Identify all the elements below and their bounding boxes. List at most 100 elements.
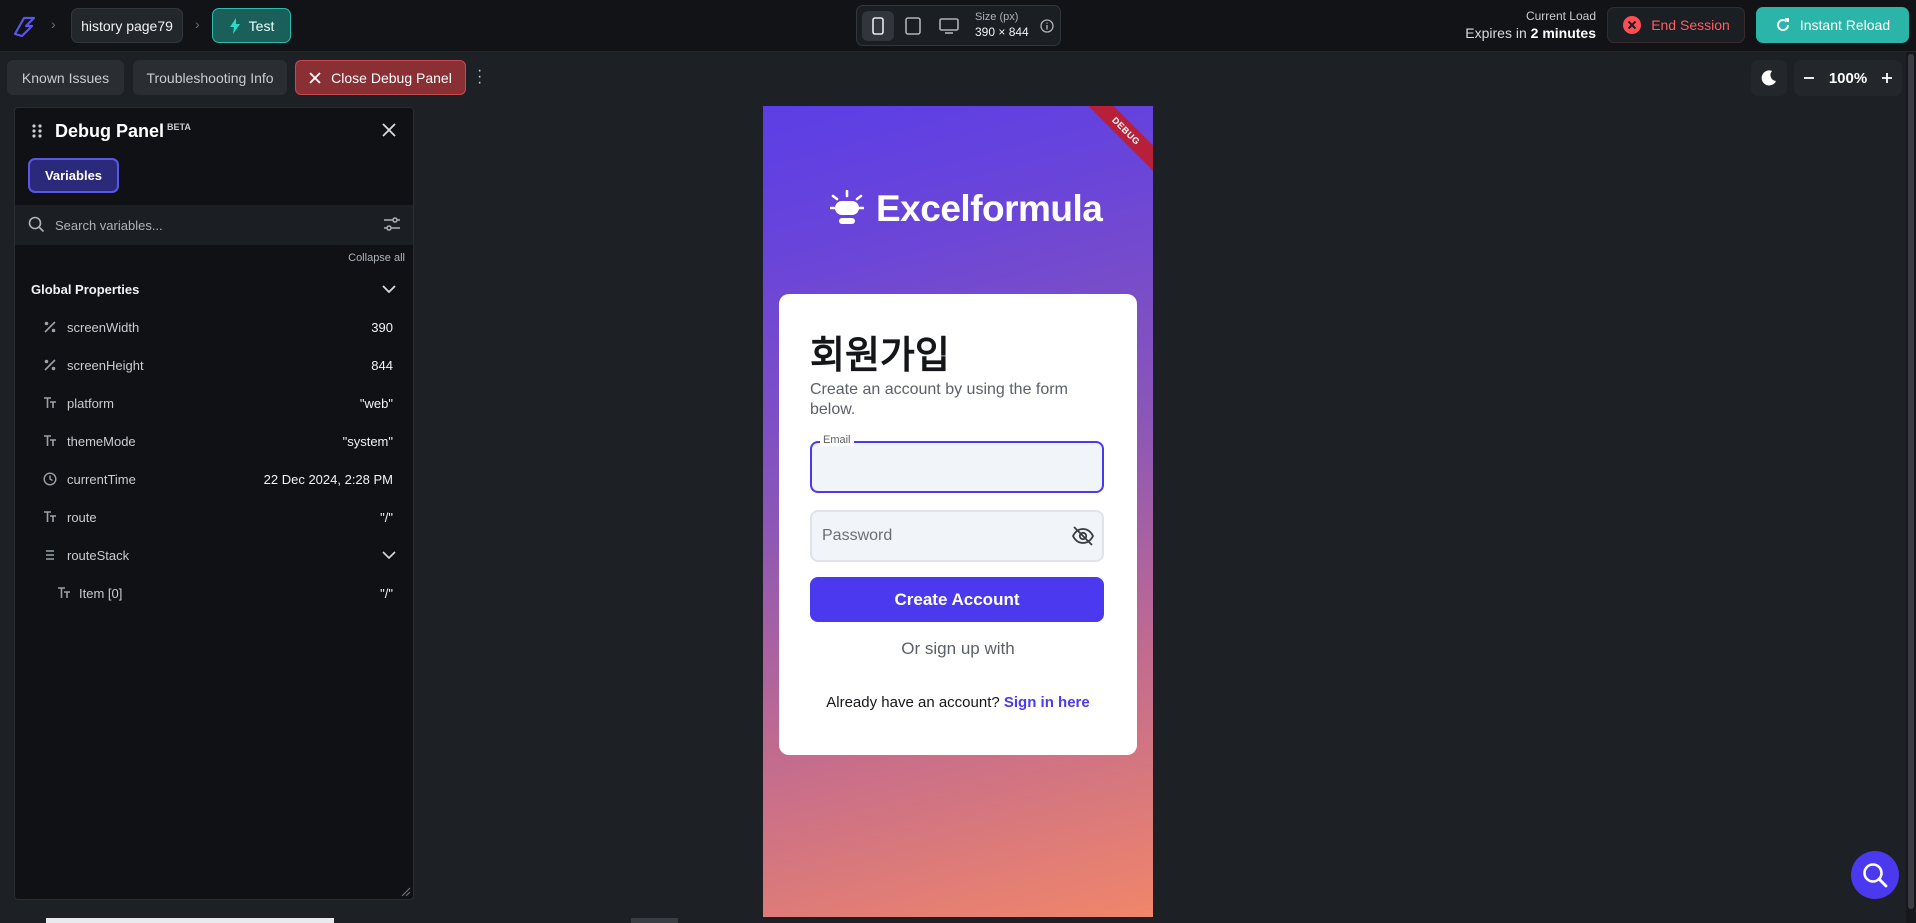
brand-name: Excelformula xyxy=(876,188,1103,229)
variable-row[interactable]: screenHeight 844 xyxy=(15,346,413,384)
have-account-text: Already have an account? xyxy=(826,694,1000,711)
global-properties-group[interactable]: Global Properties xyxy=(15,272,413,308)
sign-in-link[interactable]: Sign in here xyxy=(1004,694,1090,711)
variables-search xyxy=(15,205,413,245)
instant-reload-button[interactable]: Instant Reload xyxy=(1756,7,1909,43)
filter-icon[interactable] xyxy=(383,217,401,233)
search-icon xyxy=(28,216,45,233)
variable-row[interactable]: Item [0] "/" xyxy=(15,574,413,612)
variable-value: "system" xyxy=(342,434,393,449)
debug-panel-header: Debug Panel BETA xyxy=(15,108,415,153)
size-label: Size (px) xyxy=(975,11,1019,23)
clock-icon xyxy=(43,472,57,486)
troubleshooting-label: Troubleshooting Info xyxy=(146,69,274,86)
search-variables-input[interactable] xyxy=(55,213,355,237)
info-icon[interactable] xyxy=(1040,19,1054,33)
variable-value: 22 Dec 2024, 2:28 PM xyxy=(263,472,393,487)
variable-name: platform xyxy=(67,396,114,411)
flutterflow-logo-icon[interactable] xyxy=(10,12,38,40)
page-scrollbar[interactable] xyxy=(1906,52,1916,923)
debug-ribbon: DEBUG xyxy=(1080,106,1153,177)
password-placeholder: Password xyxy=(822,527,893,544)
device-tablet-button[interactable] xyxy=(897,11,929,41)
list-icon xyxy=(46,550,54,560)
lightning-icon xyxy=(229,17,240,34)
drag-handle-icon[interactable] xyxy=(31,123,43,139)
page-title: 회원가입 xyxy=(810,335,950,377)
device-desktop-button[interactable] xyxy=(933,11,965,41)
bottom-preview-strip xyxy=(46,918,334,923)
percent-icon xyxy=(44,359,56,371)
close-icon[interactable] xyxy=(381,122,397,138)
variable-row[interactable]: currentTime 22 Dec 2024, 2:28 PM xyxy=(15,460,413,498)
sun-logo-icon xyxy=(830,190,864,224)
size-readout: Size (px) 390 × 844 xyxy=(975,10,1029,40)
expires-value: 2 minutes xyxy=(1530,25,1596,41)
zoom-in-icon[interactable] xyxy=(1881,72,1893,84)
more-vertical-icon[interactable]: · · · xyxy=(477,63,482,91)
text-icon xyxy=(58,587,70,598)
device-phone-button[interactable] xyxy=(862,11,894,41)
variable-row[interactable]: themeMode "system" xyxy=(15,422,413,460)
chevron-down-icon[interactable] xyxy=(381,283,397,295)
variable-value: "web" xyxy=(359,396,393,411)
test-mode-label: Test xyxy=(248,17,275,34)
end-session-button[interactable]: End Session xyxy=(1607,7,1745,43)
known-issues-button[interactable]: Known Issues xyxy=(7,60,124,95)
variable-name: currentTime xyxy=(67,472,136,487)
project-name: history page79 xyxy=(81,17,173,34)
variable-value: 390 xyxy=(371,320,393,335)
zoom-level: 100% xyxy=(1828,69,1868,87)
variable-row[interactable]: screenWidth 390 xyxy=(15,308,413,346)
signup-card: 회원가입 Create an account by using the form… xyxy=(779,294,1137,755)
variable-row[interactable]: route "/" xyxy=(15,498,413,536)
zoom-out-icon[interactable] xyxy=(1803,72,1815,84)
zoom-control: 100% xyxy=(1794,60,1902,96)
close-icon xyxy=(309,71,321,84)
instant-reload-label: Instant Reload xyxy=(1799,17,1891,33)
bottom-scroll-indicator xyxy=(631,918,678,923)
close-debug-panel-button[interactable]: Close Debug Panel xyxy=(295,60,466,95)
collapse-all-link[interactable]: Collapse all xyxy=(348,252,405,264)
group-label: Global Properties xyxy=(31,282,140,297)
variable-name: screenWidth xyxy=(67,320,140,335)
eye-off-icon[interactable] xyxy=(1071,526,1095,546)
variable-name: route xyxy=(67,510,97,525)
end-session-label: End Session xyxy=(1651,17,1730,33)
create-account-button[interactable]: Create Account xyxy=(810,577,1104,622)
variable-value: "/" xyxy=(380,510,393,525)
variable-row[interactable]: routeStack xyxy=(15,536,413,574)
device-selector: Size (px) 390 × 844 xyxy=(856,5,1061,46)
email-label: Email xyxy=(820,434,854,446)
debug-panel-title-text: Debug Panel xyxy=(55,121,165,141)
close-debug-label: Close Debug Panel xyxy=(331,69,452,86)
project-breadcrumb[interactable]: history page79 xyxy=(71,8,183,43)
phone-preview: DEBUG Excelformula 회원가입 Create an accoun… xyxy=(763,106,1153,917)
chevron-down-icon[interactable] xyxy=(381,549,397,561)
help-chat-button[interactable] xyxy=(1851,851,1899,899)
expires-text: Expires in 2 minutes xyxy=(1465,25,1596,42)
variable-row[interactable]: platform "web" xyxy=(15,384,413,422)
size-value: 390 × 844 xyxy=(975,25,1029,39)
variable-name: Item [0] xyxy=(79,586,123,601)
test-mode-button[interactable]: Test xyxy=(212,8,291,43)
debug-panel-title: Debug Panel BETA xyxy=(55,121,191,142)
troubleshooting-info-button[interactable]: Troubleshooting Info xyxy=(133,60,287,95)
dark-mode-toggle[interactable] xyxy=(1751,60,1787,96)
tablet-icon xyxy=(905,17,921,35)
variable-name: screenHeight xyxy=(67,358,144,373)
beta-badge: BETA xyxy=(167,122,191,132)
tab-variables[interactable]: Variables xyxy=(28,158,119,193)
password-field[interactable]: Password xyxy=(810,510,1104,562)
variable-name: themeMode xyxy=(67,434,136,449)
variable-value: 844 xyxy=(371,358,393,373)
close-circle-icon xyxy=(1623,16,1642,34)
or-sign-up-text: Or sign up with xyxy=(901,639,1015,658)
known-issues-label: Known Issues xyxy=(21,69,110,86)
debug-panel: Debug PanelBETA Variables Collapse all G… xyxy=(14,107,414,900)
refresh-icon xyxy=(1776,18,1789,32)
email-field[interactable]: Email xyxy=(810,434,1104,493)
scrollbar-thumb[interactable] xyxy=(1908,54,1914,909)
desktop-icon xyxy=(939,18,959,34)
resize-handle-icon[interactable] xyxy=(401,887,411,897)
